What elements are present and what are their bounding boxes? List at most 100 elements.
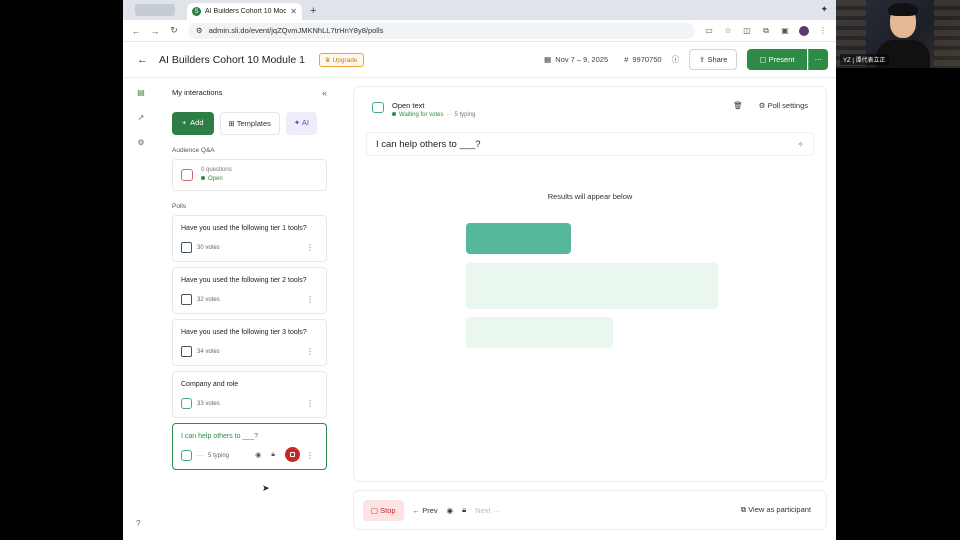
hash-icon: # [624, 55, 629, 64]
poll-title: Company and role [181, 381, 239, 388]
poll-card[interactable]: Company and role 33 votes ⋮ [172, 371, 327, 418]
event-dates[interactable]: Nov 7 – 9, 2025 [555, 55, 608, 64]
menu-icon[interactable]: ⋮ [818, 26, 828, 35]
webcam-feed: YZ | 谭代表立正 [836, 0, 960, 68]
eye-icon[interactable]: ◉ [447, 506, 454, 515]
present-button[interactable]: ▢ Present [747, 49, 807, 70]
question-text: I can help others to ___? [376, 138, 481, 150]
app-body: ▤ ↗ ⚙ ? My interactions « + Add ⊞ Templa… [123, 78, 836, 540]
kebab-menu-icon[interactable]: ⋮ [306, 295, 314, 304]
placeholder-bar [466, 263, 718, 309]
prev-button[interactable]: ← Prev [413, 506, 438, 515]
sidepanel-icon[interactable]: ▣ [780, 26, 790, 35]
event-code[interactable]: 9970750 [632, 55, 661, 64]
stop-button[interactable]: ▢ Stop [363, 499, 404, 521]
placeholder-bar [466, 223, 571, 254]
new-tab-icon[interactable]: + [310, 5, 316, 17]
reload-icon[interactable]: ↻ [169, 25, 179, 36]
poll-votes: 34 votes [197, 348, 220, 355]
nav-rail: ▤ ↗ ⚙ [123, 78, 159, 540]
poll-card[interactable]: Have you used the following tier 1 tools… [172, 215, 327, 262]
collapse-icon[interactable]: « [322, 88, 327, 98]
url-field[interactable]: ⚙ admin.sli.do/event/jqZQvmJMKNhLL7trHnY… [188, 22, 695, 39]
next-button[interactable]: Next → [475, 506, 500, 515]
mouse-cursor-icon: ➤ [262, 483, 270, 493]
back-icon[interactable]: ← [131, 26, 141, 36]
slido-favicon-icon: S [192, 7, 201, 16]
typing-indicator: ··· [197, 452, 203, 459]
screen: S AI Builders Cohort 10 Module ✕ + ✦ ← →… [0, 0, 960, 540]
tab-slido[interactable]: S AI Builders Cohort 10 Module ✕ [187, 3, 302, 20]
bookshelf [934, 0, 960, 68]
poll-card-active[interactable]: I can help others to ___? ··· 5 typing ◉ … [172, 423, 327, 470]
lock-icon[interactable]: 🔒︎ [271, 451, 275, 459]
qa-section-label: Audience Q&A [172, 147, 215, 154]
interactions-icon[interactable]: ▤ [137, 88, 145, 97]
qa-status: Open [208, 176, 223, 182]
trash-icon[interactable]: 🗑︎ [733, 101, 743, 110]
sparkle-icon[interactable]: ✧ [797, 140, 804, 149]
gemini-icon[interactable]: ✦ [820, 4, 828, 15]
poll-title: Have you used the following tier 2 tools… [181, 277, 307, 284]
poll-question[interactable]: I can help others to ___? ✧ [366, 132, 814, 156]
present-more-button[interactable]: ⋯ [807, 49, 828, 70]
view-as-participant-button[interactable]: ⧉ View as participant [741, 505, 811, 515]
forward-icon[interactable]: → [150, 26, 160, 36]
upgrade-button[interactable]: ♛ Upgrade [318, 52, 364, 67]
tab-title: AI Builders Cohort 10 Module [205, 8, 287, 15]
stop-poll-button[interactable] [285, 447, 300, 462]
qa-count: 0 questions [201, 167, 232, 173]
eye-icon[interactable]: ◉ [255, 451, 261, 459]
interactions-panel: My interactions « + Add ⊞ Templates ✦ AI… [159, 78, 339, 540]
results-placeholder [354, 223, 826, 363]
multiple-choice-icon [181, 294, 192, 305]
results-note: Results will appear below [547, 192, 633, 201]
templates-button[interactable]: ⊞ Templates [219, 112, 280, 135]
poll-settings-button[interactable]: ⚙ Poll settings [759, 101, 808, 110]
open-text-icon [372, 102, 384, 113]
status-dot-icon [201, 176, 205, 181]
ai-button[interactable]: ✦ AI [285, 112, 317, 135]
poll-votes: 32 votes [197, 296, 220, 303]
multiple-choice-icon [181, 242, 192, 253]
presenter-controls: ▢ Stop ← Prev ◉ 🔒︎ Next → ⧉ View as part… [353, 490, 827, 530]
poll-title: Have you used the following tier 3 tools… [181, 329, 307, 336]
typing-count: 5 typing [454, 112, 476, 118]
info-icon[interactable]: ⓘ [672, 54, 680, 65]
event-title: AI Builders Cohort 10 Module 1 [159, 53, 305, 66]
cast-icon[interactable]: ▭ [704, 26, 714, 35]
kebab-menu-icon[interactable]: ⋮ [306, 451, 314, 460]
kebab-menu-icon[interactable]: ⋮ [306, 399, 314, 408]
profile-avatar[interactable] [799, 25, 809, 36]
add-button[interactable]: + Add [172, 112, 214, 135]
close-icon[interactable]: ✕ [290, 7, 297, 16]
poll-card[interactable]: Have you used the following tier 3 tools… [172, 319, 327, 366]
puzzle-icon[interactable]: ⧉ [761, 26, 771, 36]
lock-icon[interactable]: 🔒︎ [462, 505, 466, 515]
analytics-icon[interactable]: ↗ [138, 113, 145, 122]
browser-window: S AI Builders Cohort 10 Module ✕ + ✦ ← →… [123, 0, 836, 540]
calendar-icon: ▦ [544, 55, 552, 64]
kebab-menu-icon[interactable]: ⋮ [306, 347, 314, 356]
tab-group-icon[interactable] [135, 4, 175, 16]
share-button[interactable]: ⇪ Share [689, 49, 738, 70]
qa-bubble-icon [181, 169, 193, 181]
presenter-hair [888, 3, 918, 16]
kebab-menu-icon[interactable]: ⋮ [306, 243, 314, 252]
poll-votes: 33 votes [197, 400, 220, 407]
poll-typing: 5 typing [208, 452, 230, 459]
placeholder-bar [466, 317, 613, 348]
bookmark-star-icon[interactable]: ☆ [723, 26, 733, 35]
status-dot-icon [392, 112, 396, 117]
waiting-status: Waiting for votes [399, 112, 444, 118]
site-info-icon[interactable]: ⚙ [196, 26, 203, 35]
extension-icon[interactable]: ◫ [742, 26, 752, 35]
settings-gear-icon[interactable]: ⚙ [137, 138, 144, 147]
poll-preview-panel: Open text Waiting for votes ··· 5 typing… [353, 86, 827, 482]
back-arrow-icon[interactable]: ← [137, 54, 157, 66]
poll-card[interactable]: Have you used the following tier 2 tools… [172, 267, 327, 314]
help-icon[interactable]: ? [136, 519, 140, 528]
app-header: ← AI Builders Cohort 10 Module 1 ♛ Upgra… [123, 42, 836, 78]
qa-card[interactable]: 0 questions Open [172, 159, 327, 191]
url-text: admin.sli.do/event/jqZQvmJMKNhLL7trHnY8y… [208, 26, 384, 35]
